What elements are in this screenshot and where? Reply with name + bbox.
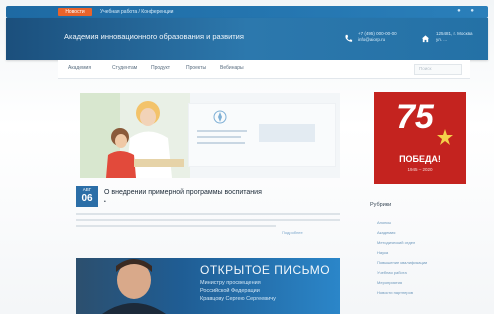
nav-item-academy[interactable]: Академия bbox=[68, 65, 91, 71]
excerpt-line bbox=[76, 213, 340, 215]
nav-item-webinars[interactable]: Вебинары bbox=[220, 65, 244, 71]
banner-title: ОТКРЫТОЕ ПИСЬМО bbox=[200, 263, 331, 277]
slide-panel bbox=[188, 103, 336, 167]
portrait-photo bbox=[102, 259, 166, 314]
text-block bbox=[259, 124, 315, 142]
top-tab-news[interactable]: Новости bbox=[58, 8, 92, 16]
top-bar: Новости Учебная работа / Конференции ● ● bbox=[6, 6, 488, 18]
email-line[interactable]: info@aiorp.ru bbox=[358, 37, 397, 43]
nav-item-projects[interactable]: Проекты bbox=[186, 65, 206, 71]
search-placeholder: Поиск bbox=[419, 66, 432, 71]
nav-item-product[interactable]: Продукт bbox=[151, 65, 170, 71]
text-line bbox=[197, 142, 245, 144]
top-tab-conferences[interactable]: Учебная работа / Конференции bbox=[96, 8, 177, 16]
rubric-link[interactable]: Анонсы bbox=[377, 220, 391, 225]
logo-icon bbox=[213, 110, 227, 124]
open-letter-banner[interactable]: ОТКРЫТОЕ ПИСЬМО Министру просвещения Рос… bbox=[76, 258, 340, 314]
banner-line: Российской Федерации bbox=[200, 288, 260, 294]
rubric-link[interactable]: Мероприятия bbox=[377, 280, 402, 285]
text-line bbox=[197, 130, 247, 132]
excerpt-line bbox=[76, 219, 340, 221]
browser-viewport: Новости Учебная работа / Конференции ● ●… bbox=[0, 0, 494, 314]
promo-years: 1945 – 2020 bbox=[407, 167, 433, 172]
victory-75-promo[interactable]: 75 ПОБЕДА! 1945 – 2020 bbox=[374, 92, 466, 184]
phone-icon bbox=[345, 34, 353, 42]
address-line: ул. ... bbox=[436, 37, 448, 42]
promo-number: 75 bbox=[396, 98, 434, 136]
nav-item-students[interactable]: Студентам bbox=[112, 65, 137, 71]
rubric-link[interactable]: Наука bbox=[377, 250, 388, 255]
rubric-link[interactable]: Новости партнеров bbox=[377, 290, 413, 295]
banner-line: Кравцову Сергею Сергеевичу bbox=[200, 296, 276, 302]
main-nav: Академия Студентам Продукт Проекты Вебин… bbox=[58, 60, 470, 79]
contact-phone: +7 (495) 000-00-00 info@aiorp.ru bbox=[358, 31, 397, 43]
contact-address: 125481, г. Москва ул. ... bbox=[436, 31, 472, 43]
search-input[interactable]: Поиск bbox=[414, 64, 462, 75]
star-icon bbox=[437, 129, 453, 145]
banner-line: Министру просвещения bbox=[200, 280, 261, 286]
read-more-link[interactable]: Подробнее bbox=[282, 230, 303, 235]
article-title[interactable]: О внедрении примерной программы воспитан… bbox=[104, 189, 262, 196]
date-badge: АВГ 06 bbox=[76, 186, 98, 207]
excerpt-line bbox=[76, 225, 276, 227]
article-image[interactable] bbox=[80, 93, 340, 178]
home-icon bbox=[421, 35, 430, 43]
promo-word: ПОБЕДА! bbox=[399, 154, 441, 164]
text-line bbox=[197, 136, 241, 138]
rubrics-heading: Рубрики bbox=[370, 202, 392, 208]
date-month: АВГ bbox=[82, 187, 92, 192]
social-icons[interactable]: ● ● bbox=[457, 8, 478, 14]
site-title[interactable]: Академия инновационного образования и ра… bbox=[64, 32, 244, 41]
site-header: Академия инновационного образования и ра… bbox=[6, 18, 488, 60]
rubric-link[interactable]: Академия bbox=[377, 230, 395, 235]
teacher-child-illustration bbox=[80, 93, 190, 178]
rubric-link[interactable]: Методический отдел bbox=[377, 240, 415, 245]
article-bullet: • bbox=[104, 199, 106, 205]
date-day: 06 bbox=[81, 193, 93, 204]
rubric-link[interactable]: Повышение квалификации bbox=[377, 260, 427, 265]
rubric-link[interactable]: Учебная работа bbox=[377, 270, 407, 275]
